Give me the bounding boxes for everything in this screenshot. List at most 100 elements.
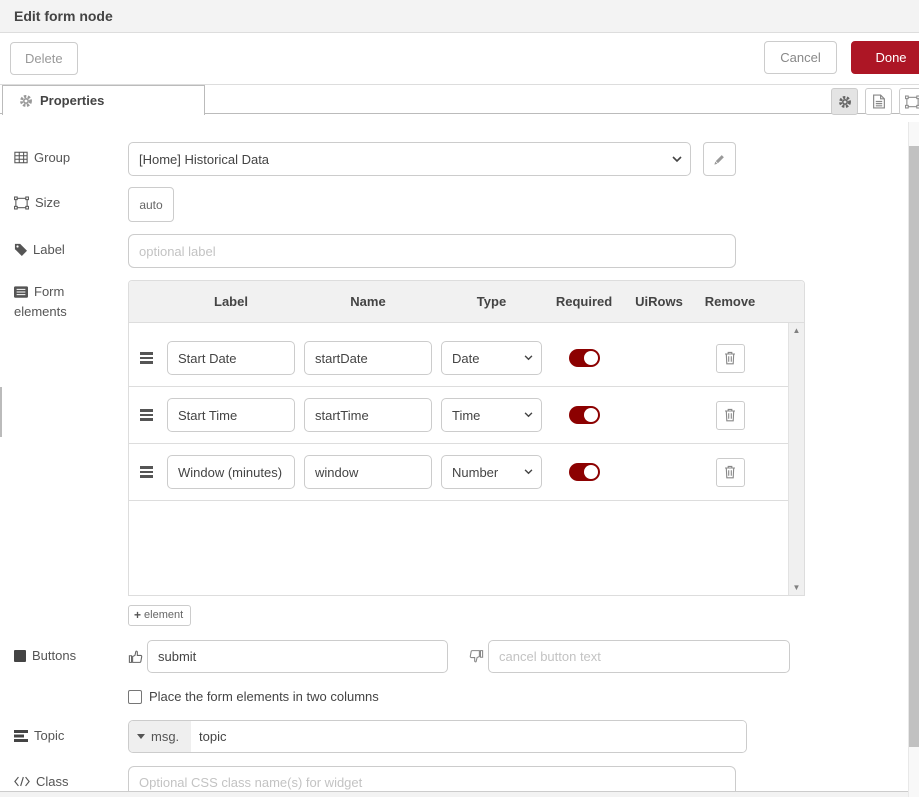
remove-element-button[interactable] <box>716 458 745 487</box>
group-row: Group [Home] Historical Data <box>14 142 919 176</box>
form-elements-label-line2: elements <box>14 304 67 319</box>
submit-button-text-input[interactable] <box>147 640 448 673</box>
drag-handle-icon[interactable] <box>137 350 167 366</box>
buttons-label: Buttons <box>32 648 76 663</box>
group-select[interactable]: [Home] Historical Data <box>128 142 691 176</box>
add-element-button[interactable]: + element <box>128 605 191 626</box>
drag-handle-icon[interactable] <box>137 407 167 423</box>
trash-icon <box>724 408 736 422</box>
topic-type-label: msg. <box>151 729 179 744</box>
size-row: Size auto <box>14 187 919 222</box>
object-group-icon <box>14 196 29 210</box>
size-button[interactable]: auto <box>128 187 174 222</box>
column-header-name: Name <box>304 294 432 309</box>
element-type-select[interactable]: Number <box>441 455 542 489</box>
element-type-value: Date <box>452 351 479 366</box>
scroll-up-icon[interactable]: ▲ <box>789 326 804 335</box>
list-alt-icon <box>14 286 28 298</box>
tab-properties[interactable]: Properties <box>2 85 205 115</box>
form-elements-label-line1: Form <box>34 284 64 299</box>
chevron-down-icon <box>524 412 533 418</box>
node-settings-button[interactable] <box>831 88 858 115</box>
table-icon <box>14 151 28 164</box>
column-header-remove: Remove <box>692 294 768 309</box>
two-columns-checkbox[interactable] <box>128 690 142 704</box>
remove-element-button[interactable] <box>716 401 745 430</box>
dialog-title: Edit form node <box>0 0 919 33</box>
tag-icon <box>14 243 27 256</box>
document-icon <box>872 94 886 109</box>
trash-icon <box>724 465 736 479</box>
page-scrollbar[interactable] <box>908 122 919 797</box>
form-element-row: Date <box>129 330 788 387</box>
dialog-footer-strip <box>0 791 919 797</box>
topic-typed-input: msg. <box>128 720 747 753</box>
add-element-row: + element <box>14 605 919 626</box>
form-elements-row: Form elements Label Name Type Required U… <box>14 280 919 596</box>
chevron-down-icon <box>524 355 533 361</box>
trash-icon <box>724 351 736 365</box>
plus-icon: + <box>134 608 141 622</box>
form-element-row: Time <box>129 387 788 444</box>
element-name-input[interactable] <box>304 398 432 432</box>
tasks-icon <box>14 730 28 742</box>
tab-bar: Properties <box>0 84 919 114</box>
required-toggle[interactable] <box>569 406 600 424</box>
delete-button[interactable]: Delete <box>10 42 78 75</box>
topic-input[interactable] <box>191 721 746 752</box>
two-columns-checkbox-label: Place the form elements in two columns <box>149 689 379 704</box>
page-scrollbar-thumb[interactable] <box>909 146 919 747</box>
column-header-label: Label <box>167 294 295 309</box>
column-header-type: Type <box>441 294 542 309</box>
group-label-wrap: Group <box>14 142 128 165</box>
add-element-label: element <box>144 609 183 621</box>
edit-group-button[interactable] <box>703 142 736 176</box>
group-label: Group <box>34 150 70 165</box>
element-label-input[interactable] <box>167 398 295 432</box>
element-label-input[interactable] <box>167 455 295 489</box>
size-label-wrap: Size <box>14 187 128 210</box>
label-input[interactable] <box>128 234 736 268</box>
dialog-button-bar: Delete Cancel Done <box>0 33 919 84</box>
square-icon <box>14 650 26 662</box>
label-label-wrap: Label <box>14 234 128 257</box>
topic-type-select[interactable]: msg. <box>129 721 191 752</box>
element-name-input[interactable] <box>304 455 432 489</box>
remove-element-button[interactable] <box>716 344 745 373</box>
cancel-button[interactable]: Cancel <box>764 41 837 74</box>
element-type-select[interactable]: Date <box>441 341 542 375</box>
drag-handle-icon[interactable] <box>137 464 167 480</box>
form-elements-table-body: Date <box>129 323 804 595</box>
edit-form-node-dialog: Edit form node Delete Cancel Done Proper… <box>0 0 919 797</box>
required-toggle[interactable] <box>569 349 600 367</box>
element-type-select[interactable]: Time <box>441 398 542 432</box>
gear-icon <box>19 94 33 108</box>
properties-panel: Group [Home] Historical Data Size <box>0 114 919 797</box>
form-elements-table-header: Label Name Type Required UiRows Remove <box>129 281 804 323</box>
label-row: Label <box>14 234 919 268</box>
element-type-value: Time <box>452 408 480 423</box>
node-description-button[interactable] <box>865 88 892 115</box>
form-element-row: Number <box>129 444 788 501</box>
table-scrollbar[interactable]: ▲ ▼ <box>788 323 804 595</box>
object-group-icon <box>905 95 919 109</box>
element-label-input[interactable] <box>167 341 295 375</box>
left-edge-grip <box>0 387 2 437</box>
size-label: Size <box>35 195 60 210</box>
code-icon <box>14 776 30 787</box>
buttons-label-wrap: Buttons <box>14 640 128 663</box>
topic-row: Topic msg. <box>14 720 919 753</box>
thumbs-up-icon <box>128 640 143 664</box>
chevron-down-icon <box>672 156 682 163</box>
two-columns-row: Place the form elements in two columns <box>128 689 919 704</box>
done-button[interactable]: Done <box>851 41 919 74</box>
element-name-input[interactable] <box>304 341 432 375</box>
scroll-down-icon[interactable]: ▼ <box>789 583 804 592</box>
label-label: Label <box>33 242 65 257</box>
form-elements-label-wrap: Form elements <box>14 280 128 322</box>
column-header-required: Required <box>542 294 626 309</box>
required-toggle[interactable] <box>569 463 600 481</box>
node-appearance-button[interactable] <box>899 88 919 115</box>
cancel-button-text-input[interactable] <box>488 640 790 673</box>
caret-down-icon <box>137 734 145 739</box>
